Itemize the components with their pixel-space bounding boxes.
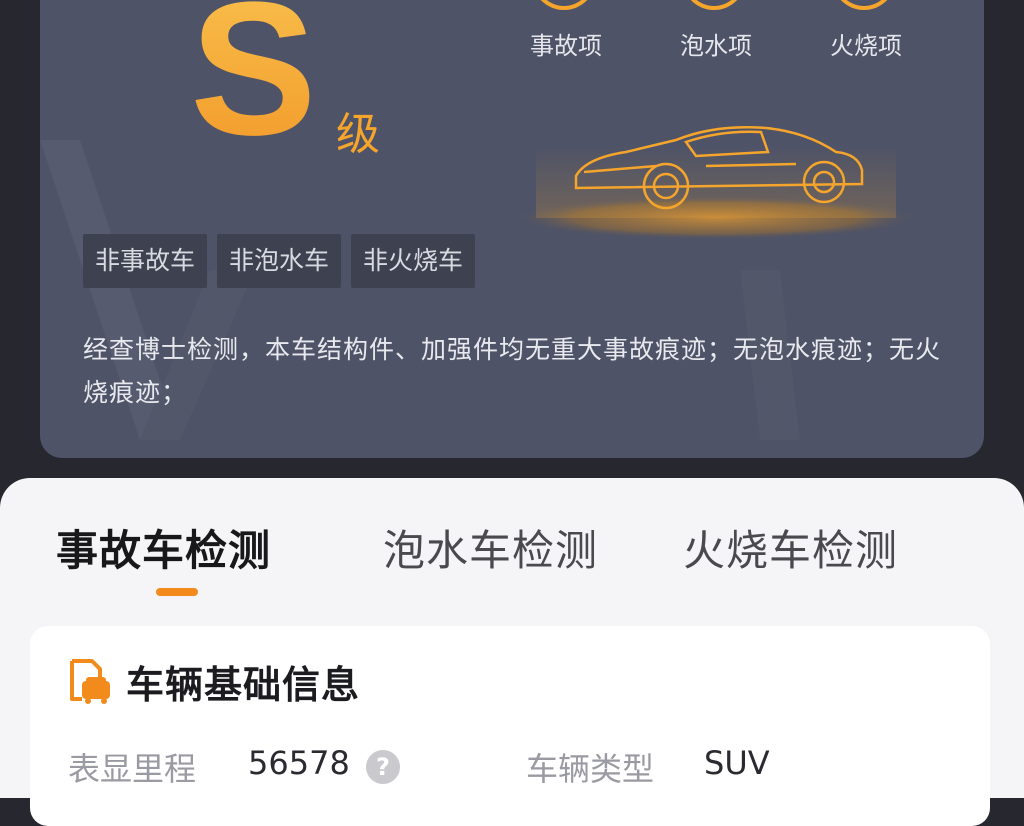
- tab-accident-inspection[interactable]: 事故车检测: [56, 526, 271, 576]
- tab-flood-inspection[interactable]: 泡水车检测: [383, 526, 598, 576]
- tag-non-accident: 非事故车: [83, 234, 208, 288]
- basic-info-header: 车辆基础信息: [66, 656, 361, 707]
- fire-item-label: 火烧项: [830, 32, 902, 60]
- accident-ring-icon: [532, 0, 596, 10]
- flood-ring-icon: [682, 0, 746, 10]
- car-illustration-icon: [511, 125, 921, 240]
- accident-item: 事故项: [506, 0, 626, 80]
- vehicle-type-label: 车辆类型: [526, 750, 655, 788]
- tab-fire-inspection[interactable]: 火烧车检测: [683, 526, 898, 576]
- mileage-value: 56578: [248, 744, 350, 782]
- accident-item-label: 事故项: [530, 32, 602, 60]
- detail-sheet: 事故车检测 泡水车检测 火烧车检测 车辆基础信息 表显里程 56578 ? 车辆…: [0, 478, 1024, 826]
- tag-non-fire: 非火烧车: [351, 234, 476, 288]
- inspection-summary: 经查博士检测，本车结构件、加强件均无重大事故痕迹；无泡水痕迹；无火烧痕迹；: [83, 335, 942, 407]
- mileage-label: 表显里程: [68, 750, 197, 788]
- basic-info-title: 车辆基础信息: [126, 662, 361, 707]
- active-tab-indicator: [156, 588, 198, 596]
- tag-non-flood: 非泡水车: [217, 234, 342, 288]
- fire-ring-icon: [832, 0, 896, 10]
- inspection-report-card: S 级 事故项 泡水项 火烧项 非事故车 非泡水车 非火烧车 经查博士检测，本车…: [40, 0, 984, 458]
- car-document-icon: [70, 659, 110, 704]
- grade-letter: S: [190, 0, 317, 164]
- fire-item: 火烧项: [806, 0, 926, 80]
- help-icon[interactable]: ?: [366, 750, 400, 784]
- basic-info-card: 车辆基础信息 表显里程 56578 ? 车辆类型 SUV: [30, 626, 990, 826]
- vehicle-type-value: SUV: [704, 744, 770, 782]
- flood-item-label: 泡水项: [680, 32, 752, 60]
- grade-suffix: 级: [336, 109, 380, 160]
- flood-item: 泡水项: [656, 0, 776, 80]
- tag-row: 非事故车 非泡水车 非火烧车: [83, 234, 476, 288]
